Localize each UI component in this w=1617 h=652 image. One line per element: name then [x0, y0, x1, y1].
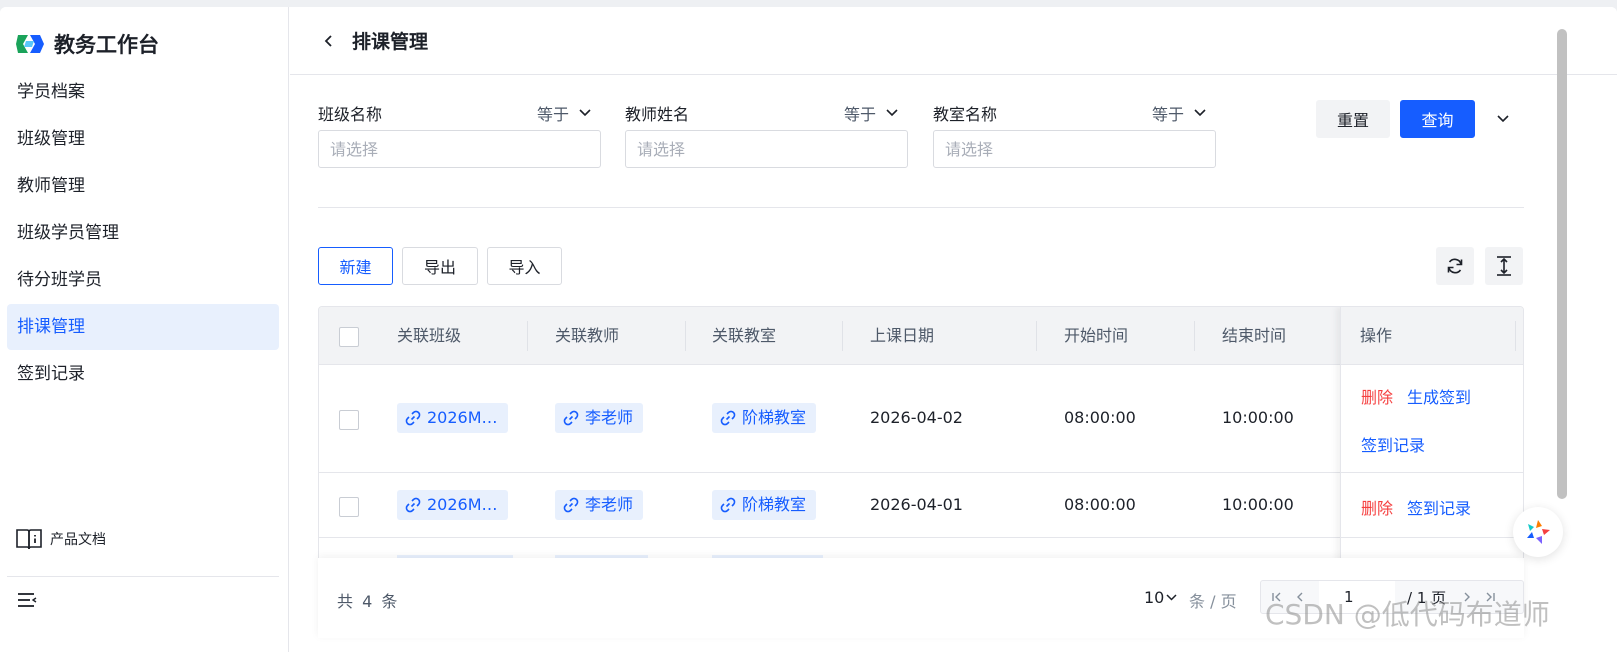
class-link-label: 2026M… [427, 495, 498, 514]
room-link-tag[interactable]: 阶梯教室 [712, 490, 817, 520]
page-scrollbar[interactable] [1557, 29, 1567, 499]
chevron-down-icon [1166, 594, 1177, 601]
date-cell: 2026-04-01 [870, 495, 963, 514]
chevron-down-icon [886, 109, 898, 117]
column-header-end-time[interactable]: 结束时间 [1222, 307, 1286, 365]
sidebar-item-class-management[interactable]: 班级管理 [7, 116, 279, 162]
link-icon [405, 497, 421, 513]
sidebar-item-class-student-management[interactable]: 班级学员管理 [7, 210, 279, 256]
end-time-cell: 10:00:00 [1222, 408, 1294, 427]
refresh-icon [1447, 258, 1463, 274]
teacher-link-label: 李老师 [585, 495, 634, 514]
menu-collapse-icon[interactable] [16, 589, 38, 611]
room-name-select[interactable] [933, 130, 1216, 168]
filter-label-room-name: 教室名称 [933, 105, 998, 124]
link-icon [720, 497, 736, 513]
teacher-link-tag[interactable]: 李老师 [555, 403, 644, 433]
class-link-tag[interactable]: 2026M… [397, 490, 508, 520]
total-count: 共 4 条 [337, 592, 400, 611]
sidebar-item-teacher-management[interactable]: 教师管理 [7, 163, 279, 209]
logo-icon [16, 35, 44, 53]
teacher-link-label: 李老师 [585, 408, 634, 427]
page-size-select[interactable]: 10 [1144, 588, 1177, 607]
reset-button[interactable]: 重置 [1316, 100, 1390, 138]
class-link-label: 2026M… [427, 408, 498, 427]
brand: 教务工作台 [16, 29, 159, 59]
row-checkbox[interactable] [339, 410, 359, 430]
actions-column-fixed [1340, 307, 1523, 565]
class-link-tag[interactable]: 2026M… [397, 403, 508, 433]
column-header-date[interactable]: 上课日期 [870, 307, 934, 365]
export-button[interactable]: 导出 [402, 247, 478, 285]
main-content: 排课管理 班级名称 等于 教师姓名 等于 教室名称 等于 重置 查询 新建 导出… [290, 7, 1617, 652]
room-link-label: 阶梯教室 [742, 408, 807, 427]
schedule-table: 关联班级 关联教师 关联教室 上课日期 开始时间 结束时间 操作 2026M… … [318, 306, 1524, 566]
import-button[interactable]: 导入 [487, 247, 562, 285]
sidebar-divider [7, 576, 279, 577]
column-separator [1036, 321, 1037, 351]
filter-label-teacher-name: 教师姓名 [625, 105, 690, 124]
row-height-button[interactable] [1485, 247, 1523, 285]
filter-operator-label: 等于 [844, 105, 877, 124]
filter-operator-label: 等于 [1152, 105, 1185, 124]
refresh-button[interactable] [1436, 247, 1474, 285]
app-window: 教务工作台 学员档案 班级管理 教师管理 班级学员管理 待分班学员 排课管理 签… [0, 7, 1617, 652]
watermark: CSDN @低代码布道师 [1265, 598, 1550, 631]
link-icon [720, 410, 736, 426]
chevron-down-icon [1194, 109, 1206, 117]
filter-operator-teacher-name[interactable]: 等于 [844, 101, 898, 125]
back-chevron-icon[interactable] [322, 34, 336, 48]
column-header-start-time[interactable]: 开始时间 [1064, 307, 1128, 365]
product-docs-label: 产品文档 [50, 532, 106, 548]
page-title: 排课管理 [352, 31, 429, 53]
per-page-label: 条 / 页 [1189, 592, 1237, 611]
product-docs-link[interactable]: 产品文档 [16, 527, 106, 551]
filter-label-class-name: 班级名称 [318, 105, 383, 124]
new-button[interactable]: 新建 [318, 247, 393, 285]
column-header-room[interactable]: 关联教室 [712, 307, 776, 365]
column-header-class[interactable]: 关联班级 [397, 307, 461, 365]
sidebar-nav: 学员档案 班级管理 教师管理 班级学员管理 待分班学员 排课管理 签到记录 [7, 69, 279, 398]
row-checkbox[interactable] [339, 497, 359, 517]
filter-divider [318, 207, 1524, 208]
brand-title: 教务工作台 [54, 33, 159, 57]
room-link-tag[interactable]: 阶梯教室 [712, 403, 817, 433]
filter-operator-class-name[interactable]: 等于 [537, 101, 591, 125]
select-all-checkbox[interactable] [339, 327, 359, 347]
column-header-teacher[interactable]: 关联教师 [555, 307, 619, 365]
link-icon [563, 497, 579, 513]
row-height-icon [1497, 256, 1511, 276]
teacher-link-tag[interactable]: 李老师 [555, 490, 644, 520]
date-cell: 2026-04-02 [870, 408, 963, 427]
sidebar-item-student-files[interactable]: 学员档案 [7, 69, 279, 115]
column-separator [685, 321, 686, 351]
query-button[interactable]: 查询 [1400, 100, 1475, 138]
chevron-down-icon [579, 109, 591, 117]
sidebar: 教务工作台 学员档案 班级管理 教师管理 班级学员管理 待分班学员 排课管理 签… [0, 7, 289, 652]
book-icon [16, 529, 42, 550]
sidebar-item-signin-records[interactable]: 签到记录 [7, 351, 279, 397]
page-header: 排课管理 [290, 7, 1617, 75]
sidebar-item-schedule-management[interactable]: 排课管理 [7, 304, 279, 350]
column-separator [1194, 321, 1195, 351]
teacher-name-select[interactable] [625, 130, 908, 168]
class-name-select[interactable] [318, 130, 601, 168]
assistant-logo-icon [1527, 520, 1550, 544]
link-icon [405, 410, 421, 426]
start-time-cell: 08:00:00 [1064, 495, 1136, 514]
end-time-cell: 10:00:00 [1222, 495, 1294, 514]
column-separator [527, 321, 528, 351]
filter-operator-room-name[interactable]: 等于 [1152, 101, 1206, 125]
ai-assistant-button[interactable] [1513, 507, 1563, 557]
sidebar-item-unassigned-students[interactable]: 待分班学员 [7, 257, 279, 303]
start-time-cell: 08:00:00 [1064, 408, 1136, 427]
filter-operator-label: 等于 [537, 105, 570, 124]
room-link-label: 阶梯教室 [742, 495, 807, 514]
column-separator [842, 321, 843, 351]
link-icon [563, 410, 579, 426]
page-size-value: 10 [1144, 588, 1165, 607]
expand-filters-chevron-icon[interactable] [1497, 115, 1509, 123]
